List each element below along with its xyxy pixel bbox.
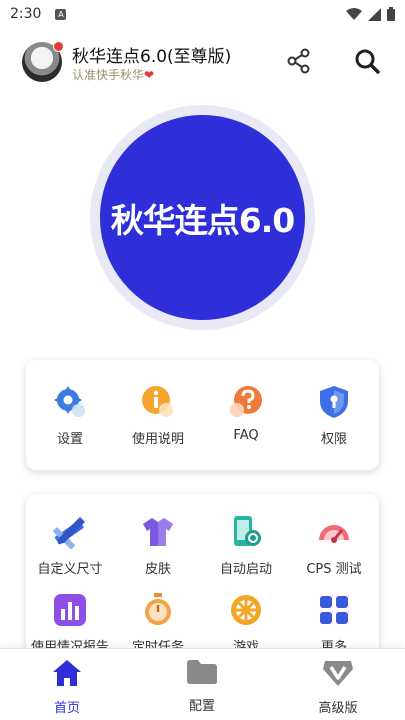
menu-label: CPS 测试	[306, 562, 362, 577]
folder-icon	[187, 660, 217, 684]
menu-item-game[interactable]: 游戏	[202, 592, 290, 655]
menu-item-settings[interactable]: 设置	[26, 384, 114, 447]
menu-item-skin[interactable]: 皮肤	[114, 514, 202, 577]
shield-icon	[316, 384, 352, 420]
quick-menu-card: 设置 使用说明 FAQ 权限	[26, 360, 379, 470]
nav-premium[interactable]: 高级版	[288, 659, 388, 716]
menu-item-permissions[interactable]: 权限	[290, 384, 378, 447]
menu-item-cps-test[interactable]: CPS 测试	[290, 514, 378, 577]
tools-menu-card: 自定义尺寸 皮肤 自动启动 CPS 测试 使用情况报告 定时任务 游戏	[26, 494, 379, 664]
app-subtitle: 认准快手秋华❤	[72, 66, 154, 83]
speedometer-icon	[316, 514, 352, 550]
menu-label: 使用说明	[131, 432, 184, 447]
menu-item-usage-report[interactable]: 使用情况报告	[26, 592, 114, 655]
stopwatch-icon	[140, 592, 176, 628]
app-title: 秋华连点6.0(至尊版)	[72, 47, 232, 67]
shirt-icon	[140, 514, 176, 550]
status-bar: 2:30 A	[0, 0, 405, 28]
signal-icon	[368, 7, 381, 21]
notification-icon: A	[55, 8, 67, 20]
share-icon	[287, 48, 310, 74]
nav-config[interactable]: 配置	[152, 659, 252, 714]
wifi-icon	[346, 7, 362, 20]
gear-icon	[52, 384, 88, 420]
nav-home[interactable]: 首页	[17, 659, 117, 716]
phone-auto-icon	[228, 514, 264, 550]
nav-label: 高级版	[318, 701, 358, 716]
hero-text: 秋华连点6.0	[110, 200, 295, 240]
search-button[interactable]	[352, 46, 382, 76]
nav-label: 配置	[188, 699, 215, 714]
grid-icon	[316, 592, 352, 628]
ruler-pencil-icon	[52, 514, 88, 550]
menu-item-more[interactable]: 更多	[290, 592, 378, 655]
info-icon	[140, 384, 176, 420]
menu-item-instructions[interactable]: 使用说明	[114, 384, 202, 447]
menu-item-faq[interactable]: FAQ	[202, 384, 290, 443]
bottom-nav: 首页 配置 高级版	[0, 648, 405, 720]
search-icon	[355, 49, 380, 74]
wheel-icon	[228, 592, 264, 628]
menu-label: 皮肤	[144, 562, 171, 577]
home-icon	[53, 660, 81, 686]
notification-dot	[53, 41, 64, 52]
menu-label: 权限	[320, 432, 347, 447]
menu-label: 设置	[56, 432, 83, 447]
status-time: 2:30	[10, 6, 42, 22]
menu-label: 自定义尺寸	[37, 562, 103, 577]
app-header: 秋华连点6.0(至尊版) 认准快手秋华❤	[0, 36, 405, 88]
menu-label: 自动启动	[219, 562, 272, 577]
nav-label: 首页	[53, 701, 80, 716]
menu-item-scheduled-task[interactable]: 定时任务	[114, 592, 202, 655]
bar-chart-icon	[52, 592, 88, 628]
avatar[interactable]	[22, 41, 64, 82]
battery-icon	[387, 7, 395, 21]
menu-item-custom-size[interactable]: 自定义尺寸	[26, 514, 114, 577]
status-icons	[346, 7, 395, 21]
heart-icon: ❤	[144, 68, 155, 82]
subtitle-text: 认准快手秋华	[72, 68, 145, 82]
menu-item-auto-start[interactable]: 自动启动	[202, 514, 290, 577]
share-button[interactable]	[284, 46, 314, 76]
question-icon	[228, 384, 264, 420]
menu-label: FAQ	[233, 428, 259, 443]
v-badge-icon	[323, 661, 353, 686]
start-button[interactable]: 秋华连点6.0	[100, 115, 305, 320]
